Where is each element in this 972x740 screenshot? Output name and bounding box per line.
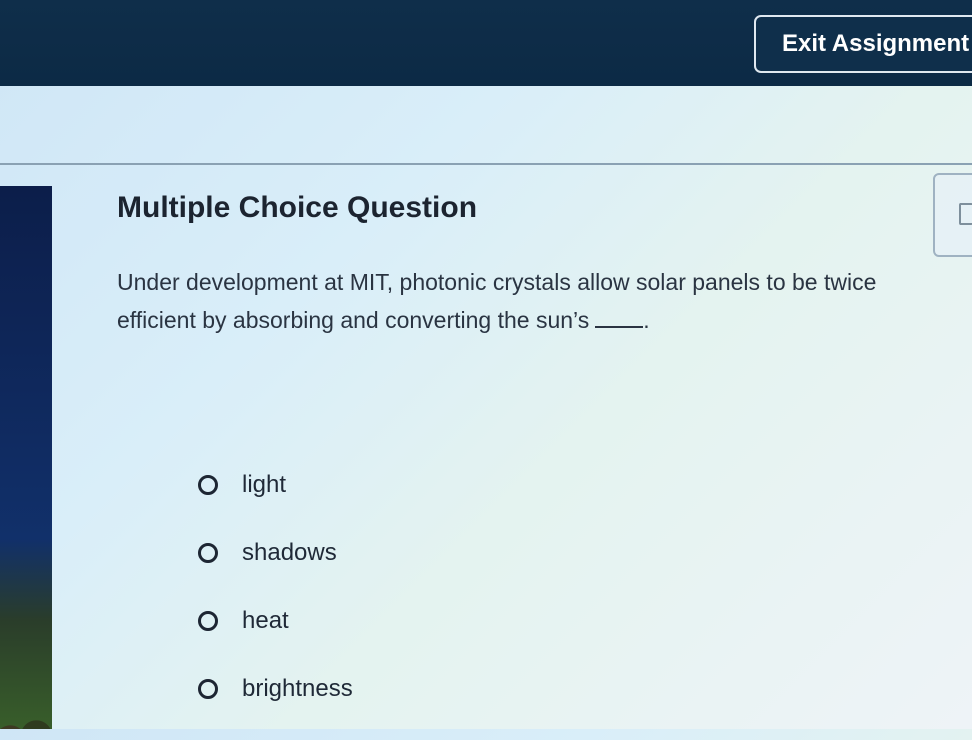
prompt-period: . xyxy=(643,307,650,333)
option-label: light xyxy=(242,471,287,498)
radio-circle-icon[interactable] xyxy=(198,475,218,495)
option-label: shadows xyxy=(242,539,337,566)
prompt-line-1: Under development at MIT, photonic cryst… xyxy=(117,269,877,295)
background-photo-panel xyxy=(0,186,52,729)
option-light[interactable]: light xyxy=(198,468,353,502)
option-shadows[interactable]: shadows xyxy=(198,536,353,570)
square-bracket-icon xyxy=(959,203,972,225)
exit-assignment-button[interactable]: Exit Assignment xyxy=(754,15,972,73)
option-label: heat xyxy=(242,607,289,634)
option-label: brightness xyxy=(242,675,353,702)
prompt-line-2-text: efficient by absorbing and converting th… xyxy=(117,307,590,333)
prompt-line-2: efficient by absorbing and converting th… xyxy=(117,301,972,339)
question-title: Multiple Choice Question xyxy=(117,191,478,224)
radio-circle-icon[interactable] xyxy=(198,679,218,699)
side-tool-button[interactable] xyxy=(933,173,972,257)
tree-silhouette xyxy=(0,711,52,729)
option-brightness[interactable]: brightness xyxy=(198,672,353,706)
answer-blank xyxy=(595,310,644,328)
top-bar: Exit Assignment xyxy=(0,0,972,86)
answer-options: light shadows heat brightness xyxy=(198,468,353,740)
option-heat[interactable]: heat xyxy=(198,604,353,638)
question-prompt: Under development at MIT, photonic cryst… xyxy=(117,263,972,339)
header-divider xyxy=(0,163,972,165)
radio-circle-icon[interactable] xyxy=(198,543,218,563)
radio-circle-icon[interactable] xyxy=(198,611,218,631)
